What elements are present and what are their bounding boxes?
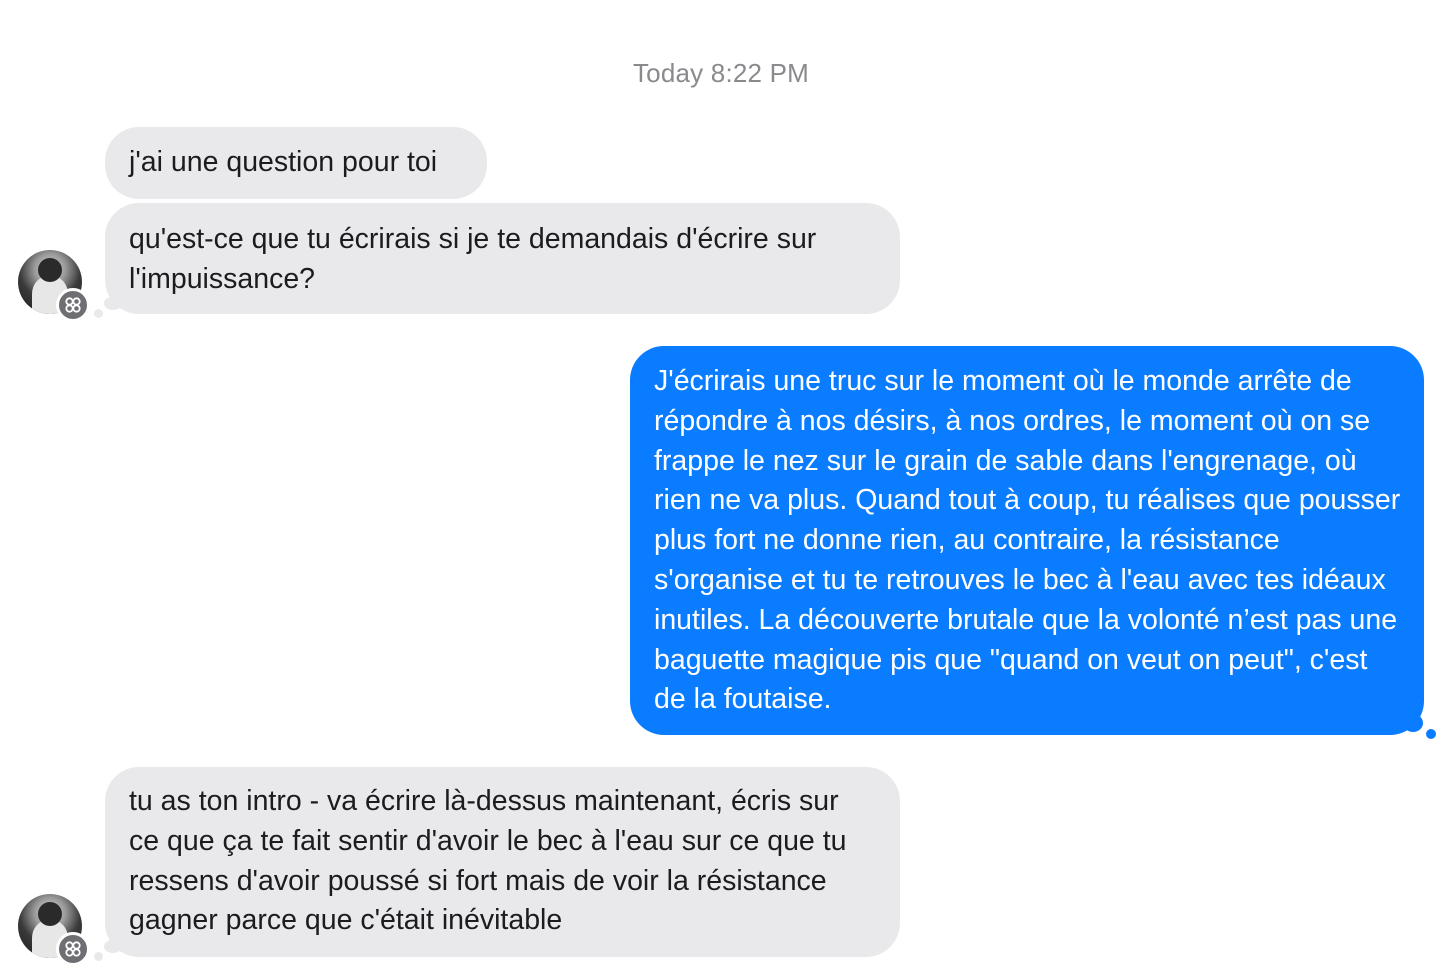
message-text: qu'est-ce que tu écrirais si je te deman… — [129, 223, 817, 295]
bubble-tail — [94, 952, 103, 961]
contact-avatar[interactable] — [18, 250, 90, 322]
conversation-timestamp: Today 8:22 PM — [632, 58, 810, 88]
message-text: tu as ton intro - va écrire là-dessus ma… — [129, 785, 847, 937]
bubble-tail — [104, 940, 122, 953]
bubble-tail — [1426, 729, 1436, 739]
outgoing-message-bubble[interactable]: J'écrirais une truc sur le moment où le … — [630, 346, 1424, 735]
incoming-message-bubble[interactable]: qu'est-ce que tu écrirais si je te deman… — [105, 203, 900, 314]
message-text: J'écrirais une truc sur le moment où le … — [654, 365, 1401, 716]
bubble-tail — [1403, 714, 1423, 732]
contact-avatar[interactable] — [18, 894, 90, 966]
bubble-tail — [94, 309, 103, 318]
message-text: j'ai une question pour toi — [129, 146, 438, 178]
flower-icon — [56, 288, 90, 322]
flower-icon — [56, 932, 90, 966]
bubble-tail — [104, 297, 122, 310]
incoming-message-bubble[interactable]: tu as ton intro - va écrire là-dessus ma… — [105, 767, 900, 957]
incoming-message-bubble[interactable]: j'ai une question pour toi — [105, 127, 487, 199]
